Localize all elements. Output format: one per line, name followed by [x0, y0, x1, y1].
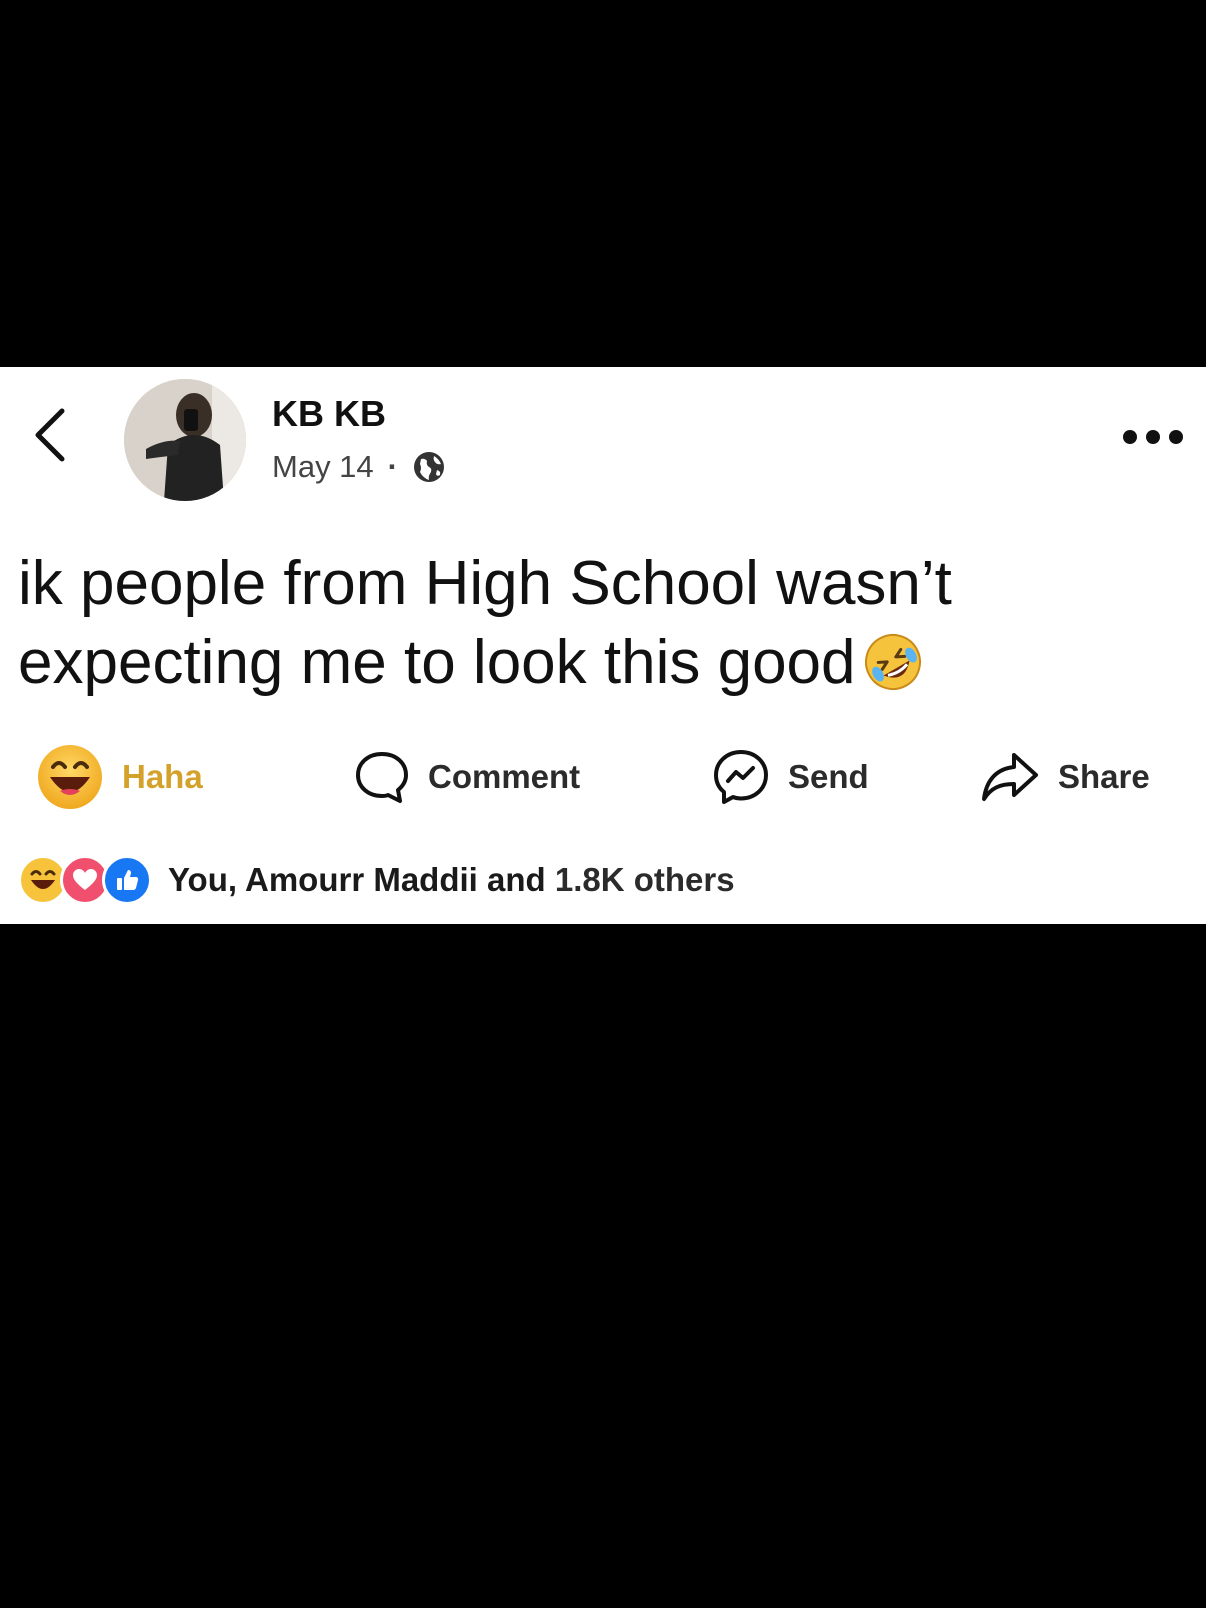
back-button[interactable]: [26, 403, 74, 467]
haha-label: Haha: [122, 758, 203, 795]
post-meta: May 14 ·: [272, 449, 446, 485]
haha-icon: [36, 743, 104, 811]
post-text-line-2-text: expecting me to look this good: [18, 628, 856, 697]
avatar-image: [124, 379, 246, 501]
post-text: ik people from High School wasn’t expect…: [18, 544, 1188, 702]
reaction-text: You, Amourr Maddii and 1.8K others: [168, 861, 735, 899]
meta-separator: ·: [387, 449, 398, 484]
more-options-button[interactable]: [1122, 419, 1188, 455]
rolling-on-floor-laughing-emoji: [864, 634, 921, 690]
comment-label: Comment: [428, 758, 581, 795]
send-button[interactable]: Send: [712, 737, 869, 817]
haha-button[interactable]: Haha: [36, 737, 203, 817]
post-text-line-2: expecting me to look this good: [18, 623, 1188, 702]
chevron-left-icon: [35, 408, 65, 462]
author-name[interactable]: KB KB: [272, 394, 386, 434]
reaction-summary[interactable]: You, Amourr Maddii and 1.8K others: [18, 855, 735, 905]
messenger-icon: [712, 748, 770, 806]
like-reaction-icon: [102, 855, 152, 905]
share-label: Share: [1058, 758, 1150, 795]
more-dots-icon: [1123, 430, 1183, 444]
post-card: KB KB May 14 · ik people from High Schoo…: [0, 367, 1206, 924]
reaction-icons: [18, 855, 152, 905]
post-date[interactable]: May 14: [272, 449, 374, 485]
share-button[interactable]: Share: [980, 737, 1150, 817]
globe-icon: [414, 452, 444, 482]
share-icon: [980, 749, 1040, 805]
avatar[interactable]: [124, 379, 246, 501]
reaction-names: You, Amourr Maddii and: [168, 861, 546, 898]
send-label: Send: [788, 758, 869, 795]
reaction-count: 1.8K others: [554, 861, 735, 898]
comment-icon: [354, 749, 410, 805]
comment-button[interactable]: Comment: [354, 737, 580, 817]
action-bar: Haha Comment Send Share: [0, 737, 1206, 817]
post-text-line-1: ik people from High School wasn’t: [18, 549, 952, 618]
